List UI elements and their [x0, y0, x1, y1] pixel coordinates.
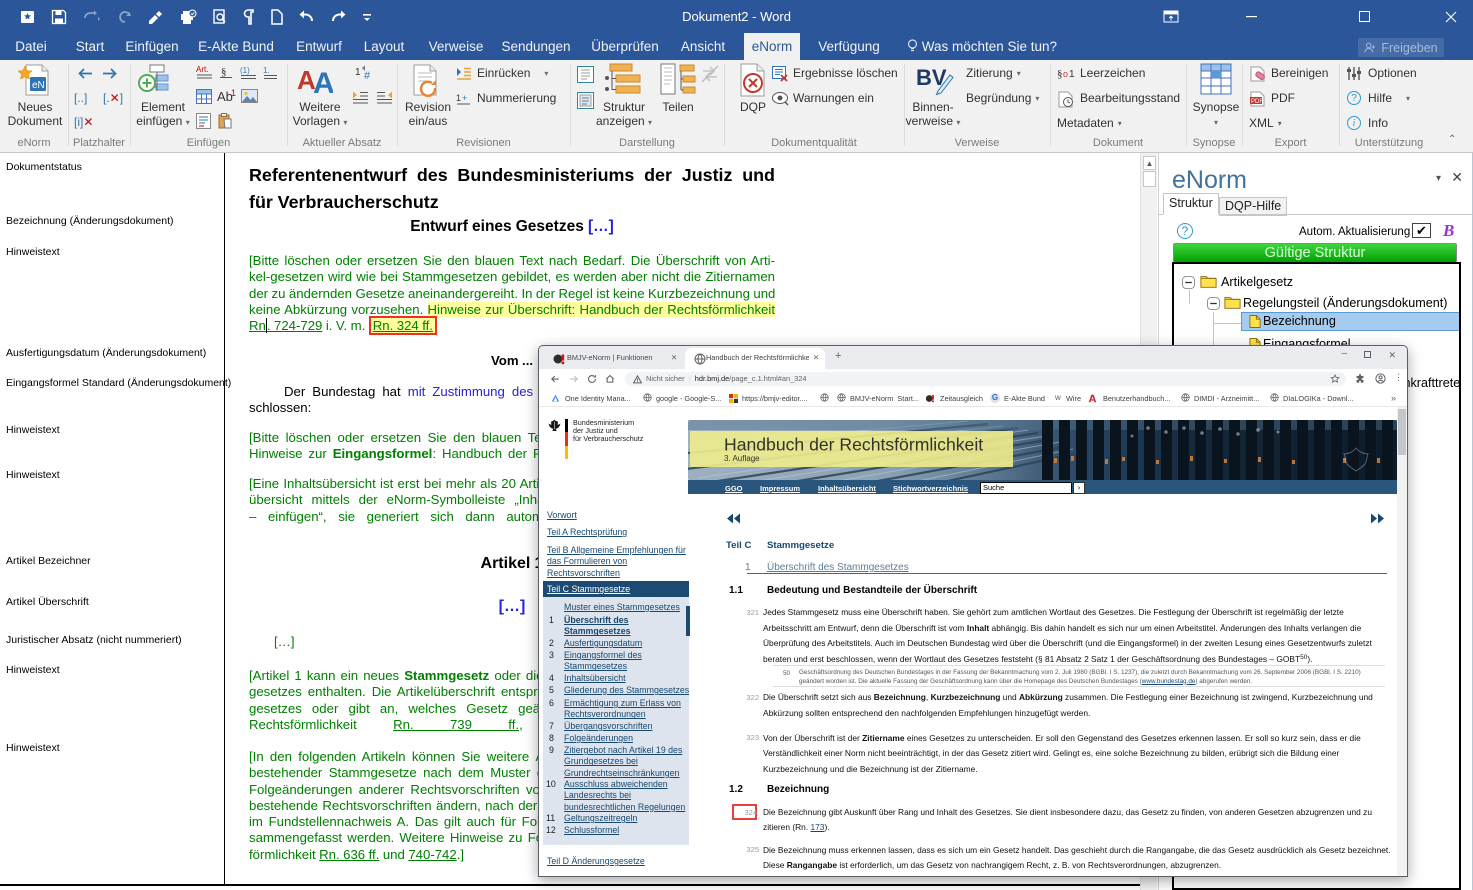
- svg-text:1: 1: [231, 88, 236, 98]
- svg-text:(1): (1): [240, 66, 250, 75]
- svg-text:#: #: [364, 70, 371, 82]
- svg-text:3. Auflage: 3. Auflage: [724, 454, 760, 463]
- svg-text:§: §: [1057, 68, 1063, 80]
- svg-text:1: 1: [456, 93, 461, 103]
- svg-text:eN: eN: [32, 80, 45, 91]
- svg-text:Art.: Art.: [196, 65, 208, 74]
- svg-text:+: +: [462, 93, 467, 103]
- svg-text:1: 1: [1069, 69, 1075, 80]
- svg-text:PDF: PDF: [1251, 99, 1263, 105]
- svg-text:A: A: [313, 67, 333, 97]
- svg-text:1: 1: [355, 67, 361, 78]
- svg-text:o: o: [1063, 69, 1068, 79]
- svg-text:Handbuch der Rechtsförmlichkei: Handbuch der Rechtsförmlichkeit: [724, 435, 983, 455]
- svg-text:1.: 1.: [263, 66, 270, 75]
- svg-text:§: §: [221, 66, 227, 78]
